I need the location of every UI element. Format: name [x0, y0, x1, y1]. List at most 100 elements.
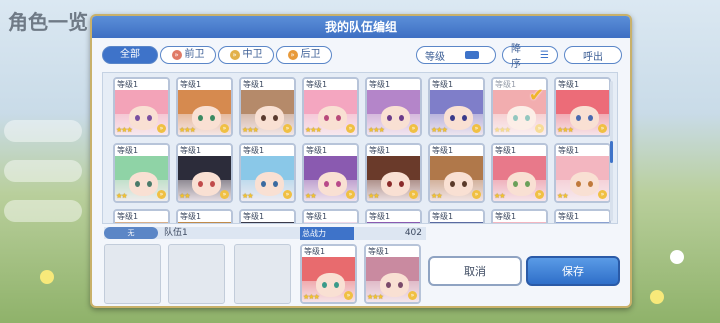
character-card[interactable]: 等级1 ★★★ »: [365, 77, 422, 137]
character-card[interactable]: 等级1: [428, 209, 485, 223]
character-card[interactable]: 等级1: [302, 209, 359, 223]
level-label: 等级1: [556, 145, 609, 156]
empty-team-slot[interactable]: [234, 244, 291, 304]
character-portrait: [430, 222, 483, 223]
team-member-card[interactable]: 等级1 ★★★ »: [300, 244, 357, 304]
level-label: 等级1: [115, 211, 168, 222]
portrait-face: [444, 106, 473, 130]
portrait-eye: [147, 181, 152, 187]
character-card[interactable]: 等级1 ★★★ »: [239, 77, 296, 137]
checkmark-icon: ✔: [528, 85, 544, 106]
level-label: 等级1: [178, 145, 231, 156]
portrait-face: [316, 273, 345, 297]
character-portrait: [241, 222, 294, 223]
character-card[interactable]: 等级1 ★★★ »: [554, 77, 611, 137]
portrait-eye: [273, 115, 278, 121]
level-label: 等级1: [367, 211, 420, 222]
portrait-eye: [450, 181, 455, 187]
level-label: 等级1: [302, 246, 355, 257]
tab-front[interactable]: » 前卫: [160, 46, 216, 64]
character-card[interactable]: 等级1 ★★★ »: [176, 77, 233, 137]
position-badge-icon: »: [157, 190, 166, 199]
character-card[interactable]: 等级1 ★★ »: [302, 143, 359, 203]
character-card[interactable]: 等级1 ★★ »: [365, 143, 422, 203]
character-card[interactable]: 等级1: [491, 209, 548, 223]
position-badge-icon: »: [409, 190, 418, 199]
tab-all[interactable]: 全部: [102, 46, 158, 64]
cancel-button[interactable]: 取消: [428, 256, 522, 286]
portrait-eye: [198, 115, 203, 121]
portrait-eye: [576, 115, 581, 121]
character-card[interactable]: 等级1 ★★ »: [491, 143, 548, 203]
dialog-title: 我的队伍编组: [92, 16, 630, 38]
character-card[interactable]: 等级1 ★★★ »: [428, 77, 485, 137]
portrait-eye: [462, 115, 467, 121]
sort-toggle-icon: [465, 51, 479, 59]
character-card[interactable]: 等级1: [176, 209, 233, 223]
position-badge-icon: »: [472, 190, 481, 199]
portrait-eye: [450, 115, 455, 121]
character-card[interactable]: 等级1: [554, 209, 611, 223]
star-rating: ★★★: [368, 126, 385, 134]
character-card[interactable]: 等级1 ★★ »: [428, 143, 485, 203]
portrait-eye: [210, 115, 215, 121]
character-card[interactable]: 等级1 ★★ »: [239, 143, 296, 203]
portrait-eye: [399, 115, 404, 121]
portrait-face: [255, 106, 284, 130]
background-screen-title: 角色一览: [8, 10, 88, 34]
level-label: 等级1: [304, 211, 357, 222]
portrait-face: [192, 106, 221, 130]
portrait-hair: [241, 222, 294, 223]
background-menu-chip: [4, 160, 82, 182]
sort-by-button[interactable]: 等级: [416, 46, 496, 64]
character-card[interactable]: 等级1: [113, 209, 170, 223]
character-card[interactable]: 等级1 ★★★ »: [302, 77, 359, 137]
character-card[interactable]: 等级1: [239, 209, 296, 223]
portrait-eye: [135, 181, 140, 187]
order-button[interactable]: 降序 ☰: [502, 44, 558, 70]
character-card[interactable]: 等级1 ★★★ »: [113, 77, 170, 137]
level-label: 等级1: [366, 246, 419, 257]
portrait-eye: [336, 181, 341, 187]
portrait-eye: [386, 282, 391, 288]
portrait-eye: [336, 115, 341, 121]
empty-team-slot[interactable]: [168, 244, 225, 304]
portrait-face: [380, 273, 409, 297]
position-badge-icon: »: [220, 124, 229, 133]
portrait-eye: [334, 282, 339, 288]
team-member-card[interactable]: 等级1 ★★★ »: [364, 244, 421, 304]
save-button[interactable]: 保存: [526, 256, 620, 286]
level-label: 等级1: [367, 79, 420, 90]
level-label: 等级1: [556, 79, 609, 90]
portrait-hair: [367, 222, 420, 223]
star-rating: ★★★: [116, 126, 133, 134]
background-flower: [670, 250, 684, 264]
character-grid: 等级1 ★★★ » 等级1 ★★★ » 等级1 ★★★ » 等级1 ★★★ » 等级1 ★★★ » 等级1 ★★…: [102, 72, 618, 224]
character-card[interactable]: 等级1 ★★★» ✔: [491, 77, 548, 137]
level-label: 等级1: [115, 145, 168, 156]
character-card[interactable]: 等级1 ★★ »: [113, 143, 170, 203]
sort-by-label: 等级: [425, 51, 445, 63]
tab-label: 前卫: [184, 49, 205, 60]
empty-team-slot[interactable]: [104, 244, 161, 304]
portrait-eye: [576, 181, 581, 187]
character-card[interactable]: 等级1: [365, 209, 422, 223]
portrait-eye: [398, 282, 403, 288]
scrollbar-thumb[interactable]: [610, 141, 613, 163]
portrait-face: [507, 106, 536, 130]
tab-back[interactable]: » 后卫: [276, 46, 332, 64]
tab-middle[interactable]: » 中卫: [218, 46, 274, 64]
character-card[interactable]: 等级1 ★★ »: [176, 143, 233, 203]
star-rating: ★★: [242, 192, 254, 200]
level-label: 等级1: [430, 211, 483, 222]
character-portrait: [556, 222, 609, 223]
level-label: 等级1: [304, 79, 357, 90]
call-out-button[interactable]: 呼出: [564, 46, 622, 64]
power-label: 总战力: [300, 227, 354, 240]
portrait-hair: [430, 222, 483, 223]
grid-scrollbar[interactable]: [610, 81, 613, 221]
character-card[interactable]: 等级1 ★★ »: [554, 143, 611, 203]
star-rating: ★★★: [431, 126, 448, 134]
portrait-eye: [261, 115, 266, 121]
team-power-bar: 总战力 402: [300, 227, 426, 240]
